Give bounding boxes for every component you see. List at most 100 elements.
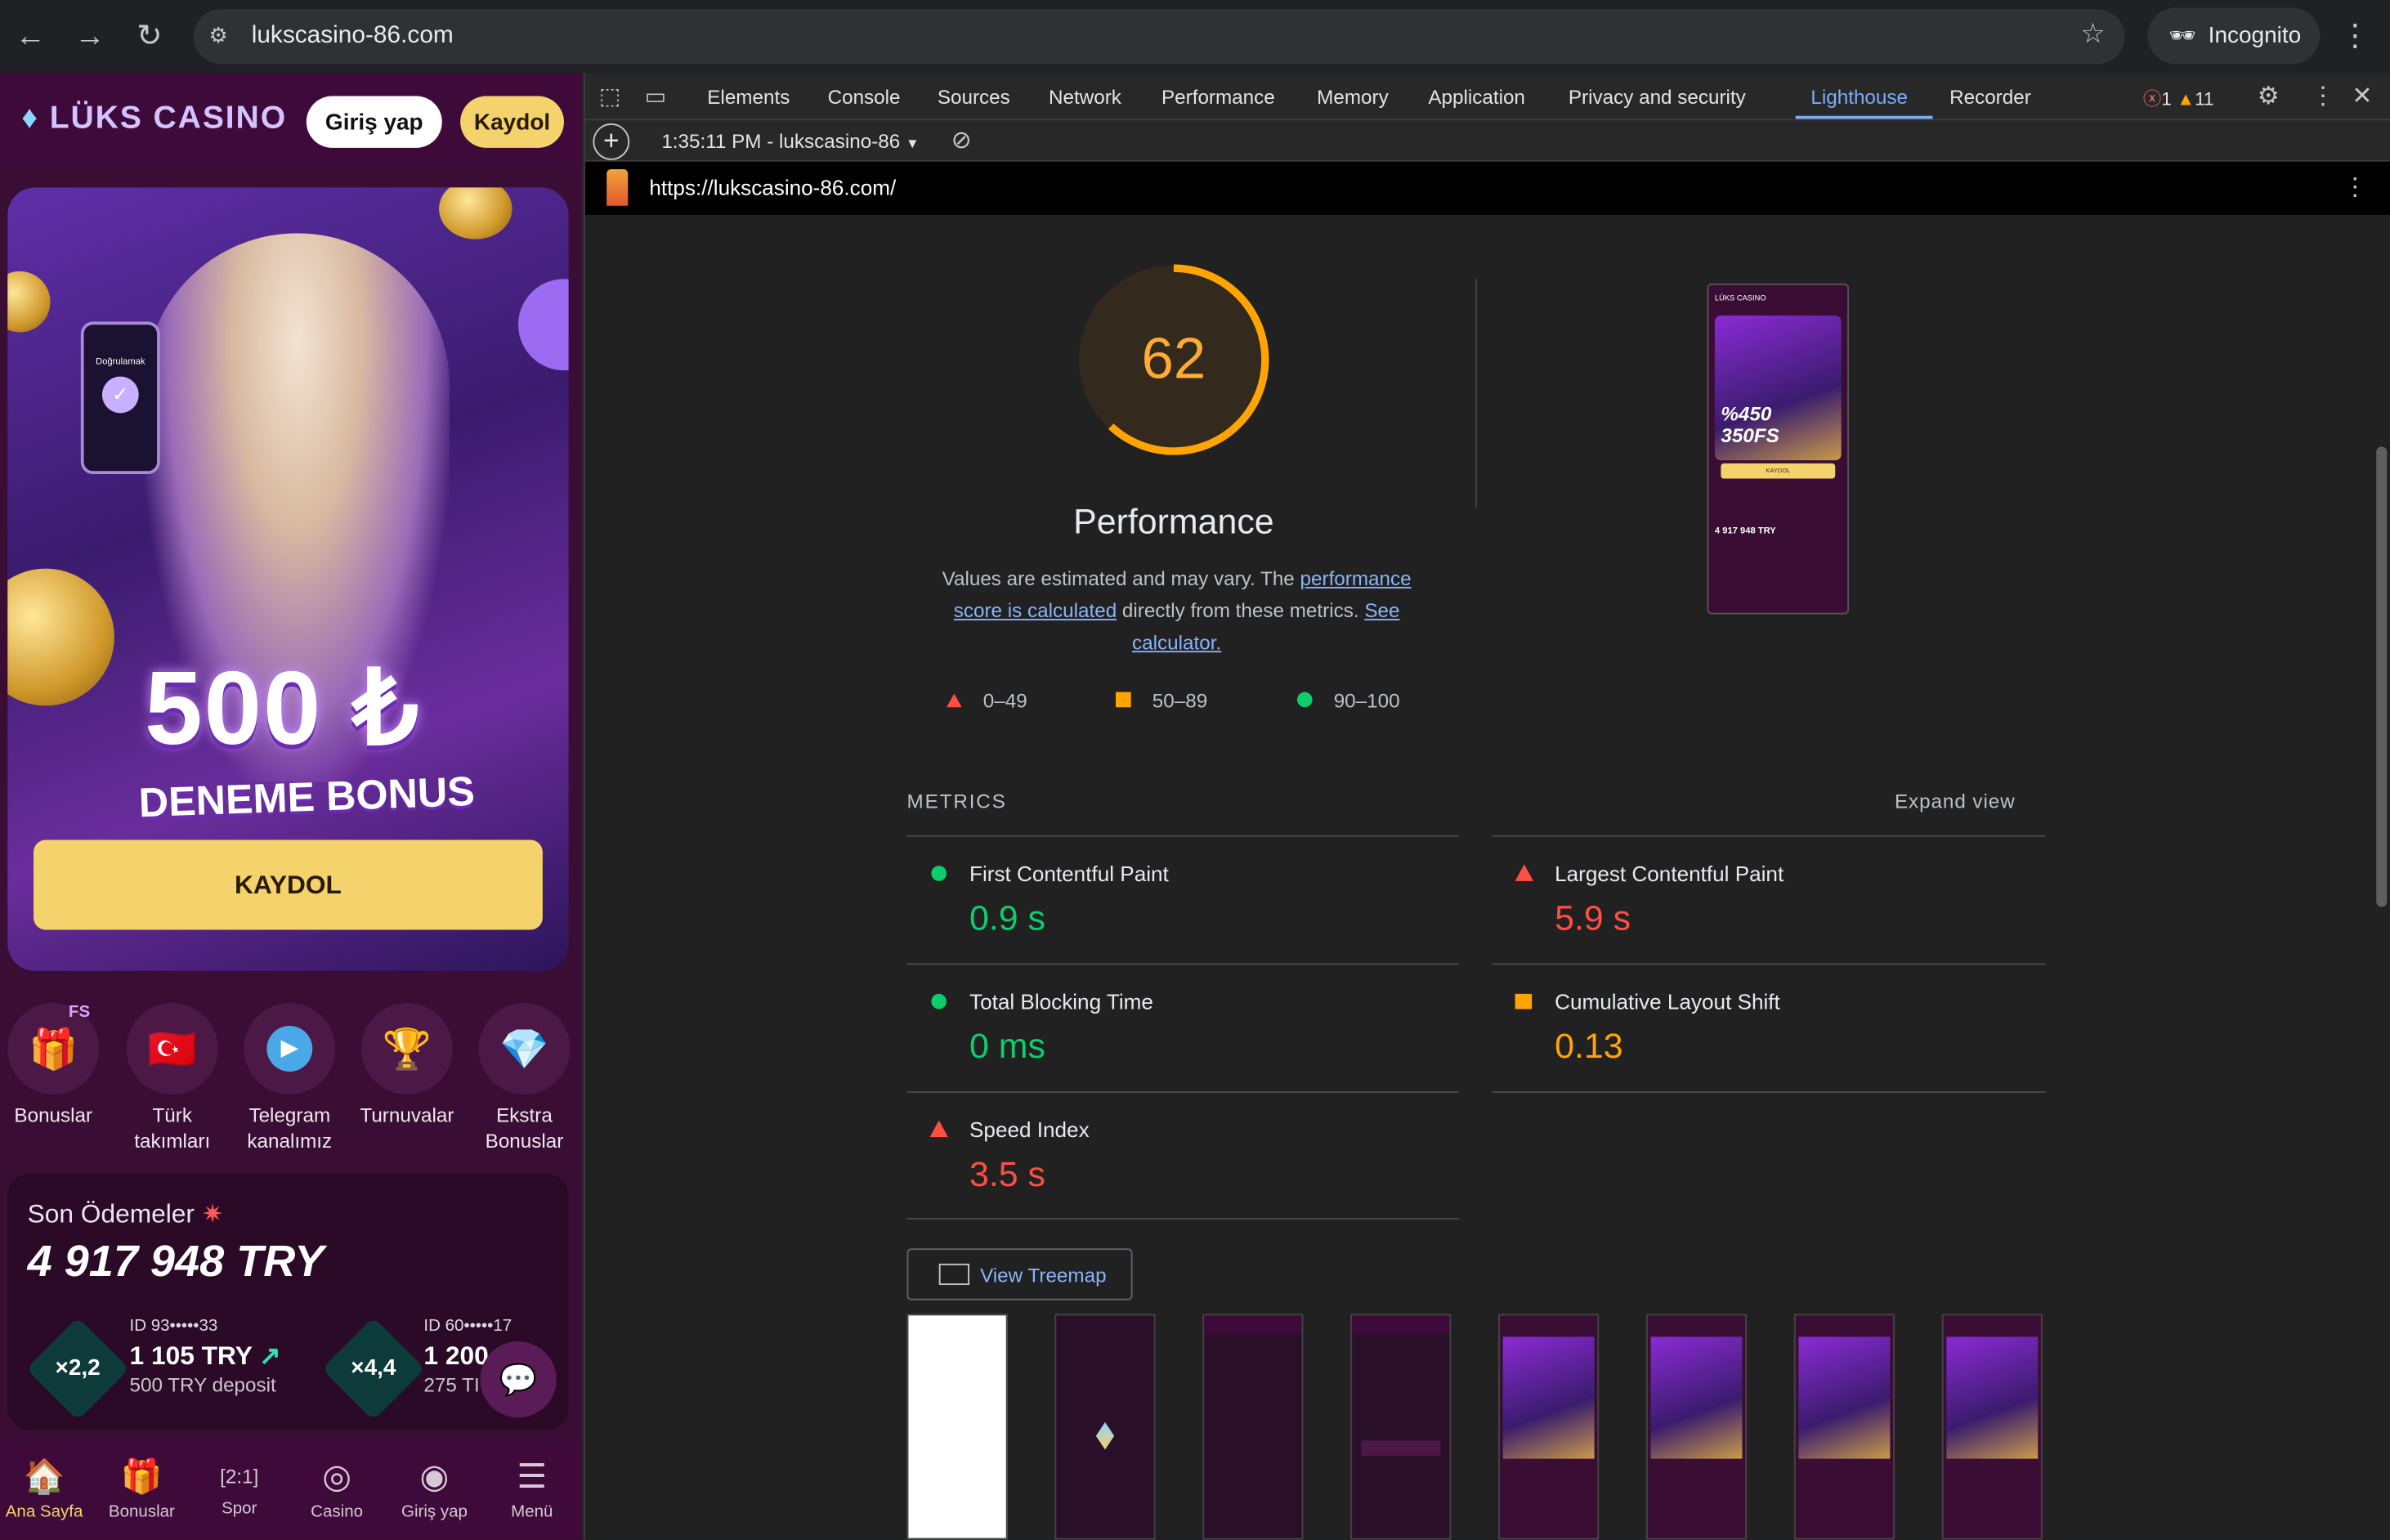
chip-decoration — [518, 279, 569, 371]
nav-label: Ana Sayfa — [5, 1502, 83, 1522]
tab-sources[interactable]: Sources — [938, 85, 1010, 108]
nav-ana-sayfa[interactable]: 🏠 Ana Sayfa — [0, 1457, 93, 1521]
login-button[interactable]: Giriş yap — [306, 96, 442, 148]
devtools-panel: ⬚ ▭ Elements Console Sources Network Per… — [584, 73, 2390, 1540]
incognito-label: Incognito — [2208, 22, 2302, 49]
reload-icon[interactable]: ↻ — [131, 18, 168, 55]
report-url[interactable]: https://lukscasino-86.com/ — [649, 175, 896, 199]
metric-value: 5.9 s — [1555, 898, 1631, 938]
hero-banner[interactable]: Doğrulamak ✓ 500 ₺ DENEME BONUS KAYDOL — [7, 187, 569, 971]
nav-menu[interactable]: ☰ Menü — [483, 1457, 580, 1521]
tab-network[interactable]: Network — [1049, 85, 1121, 108]
report-menu-icon[interactable]: ⋮ — [2343, 172, 2367, 203]
new-report-icon[interactable]: + — [593, 123, 630, 160]
category-turnuvalar[interactable]: 🏆 Turnuvalar — [349, 1003, 465, 1128]
hero-amount: 500 ₺ — [145, 651, 420, 767]
chat-icon[interactable]: 💬 — [480, 1341, 557, 1418]
diamond-icon: 💎 — [478, 1003, 571, 1095]
nav-label: Spor — [222, 1499, 257, 1519]
metric-value: 0.9 s — [969, 898, 1046, 938]
metric-name: Total Blocking Time — [969, 989, 1153, 1014]
final-screenshot[interactable]: LÜKS CASINO %450 350FS KAYDOL 4 917 948 … — [1707, 283, 1850, 615]
website-viewport: ♦ LÜKS CASINO Giriş yap Kaydol Doğrulama… — [0, 73, 583, 1540]
bottom-nav: 🏠 Ana Sayfa 🎁 Bonuslar [2:1] Spor ◎ Casino ◉… — [0, 1442, 583, 1540]
error-count[interactable]: ⓧ1 ▲11 — [2143, 85, 2214, 111]
payment-amount: 1 105 TRY ↗ — [129, 1341, 281, 1371]
clear-icon[interactable]: ⊘ — [951, 125, 972, 155]
category-label: Türk takımları — [134, 1104, 211, 1153]
tab-recorder[interactable]: Recorder — [1949, 85, 2031, 108]
metric-name: Largest Contentful Paint — [1555, 861, 1784, 886]
legend-pass: 90–100 — [1296, 689, 1400, 712]
category-label: Bonuslar — [14, 1104, 93, 1127]
coin-decoration — [7, 271, 51, 333]
forward-icon[interactable]: → — [72, 18, 109, 55]
home-icon: 🏠 — [23, 1457, 65, 1496]
score-description: Values are estimated and may vary. The p… — [942, 566, 1412, 654]
telegram-icon: ▶ — [244, 1003, 336, 1095]
warning-icon: ▲ — [2177, 88, 2195, 110]
tab-privacy-security[interactable]: Privacy and security — [1569, 85, 1746, 108]
category-ekstra-bonuslar[interactable]: 💎 Ekstra Bonuslar — [467, 1003, 583, 1154]
tab-memory[interactable]: Memory — [1317, 85, 1389, 108]
phone-image: Doğrulamak ✓ — [80, 321, 160, 474]
category-turk-takimlari[interactable]: 🇹🇷 Türk takımları — [114, 1003, 230, 1154]
incognito-chip[interactable]: 🕶 Incognito — [2147, 7, 2321, 65]
trophy-icon: 🏆 — [360, 1003, 453, 1095]
tab-application[interactable]: Application — [1428, 85, 1525, 108]
metric-value: 0 ms — [969, 1026, 1045, 1066]
back-icon[interactable]: ← — [12, 18, 49, 55]
address-bar[interactable]: ⚙ lukscasino-86.com ☆ — [193, 9, 2125, 65]
category-bonuslar[interactable]: 🎁 FS Bonuslar — [0, 1003, 111, 1128]
browser-menu-icon[interactable]: ⋮ — [2337, 18, 2374, 55]
tab-console[interactable]: Console — [828, 85, 901, 108]
multiplier-badge: ×2,2 — [25, 1317, 130, 1421]
active-tab-indicator — [1795, 115, 1933, 119]
nav-bonuslar[interactable]: 🎁 Bonuslar — [93, 1457, 190, 1521]
inspect-element-icon[interactable]: ⬚ — [599, 83, 620, 110]
star-icon[interactable]: ☆ — [2080, 18, 2105, 50]
payments-total: 4 917 948 TRY — [27, 1238, 324, 1287]
filmstrip-frame — [1350, 1314, 1452, 1540]
report-url-bar: https://lukscasino-86.com/ ⋮ — [585, 161, 2390, 215]
pass-indicator — [931, 866, 947, 881]
register-button[interactable]: Kaydol — [460, 96, 564, 148]
metric-name: First Contentful Paint — [969, 861, 1169, 886]
devtools-tabbar: ⬚ ▭ Elements Console Sources Network Per… — [585, 73, 2390, 121]
filmstrip-frame — [1202, 1314, 1304, 1540]
lighthouse-toolbar: + 1:35:11 PM - lukscasino-86 ▼ ⊘ — [585, 120, 2390, 162]
settings-icon[interactable]: ⚙ — [2258, 81, 2280, 111]
more-icon[interactable]: ⋮ — [2311, 81, 2335, 111]
nav-giris-yap[interactable]: ◉ Giriş yap — [386, 1457, 483, 1521]
nav-label: Menü — [511, 1502, 553, 1522]
nav-casino[interactable]: ◎ Casino — [288, 1457, 385, 1521]
filmstrip-frame — [906, 1314, 1008, 1540]
score-icon: [2:1] — [220, 1465, 259, 1489]
payment-id: ID 93•••••33 — [129, 1317, 218, 1336]
metric-tbt: Total Blocking Time 0 ms — [906, 963, 1459, 1092]
filmstrip-frame — [1793, 1314, 1895, 1540]
hero-register-button[interactable]: KAYDOL — [34, 839, 543, 930]
coin-decoration — [7, 568, 114, 706]
view-treemap-button[interactable]: View Treemap — [906, 1248, 1133, 1300]
payment-sub: 500 TRY deposit — [129, 1373, 276, 1397]
treemap-icon — [938, 1263, 970, 1286]
category-telegram[interactable]: ▶ Telegram kanalımız — [231, 1003, 347, 1154]
device-toolbar-icon[interactable]: ▭ — [645, 83, 666, 110]
metric-name: Speed Index — [969, 1117, 1090, 1142]
report-scrollbar[interactable] — [2376, 446, 2388, 907]
metric-lcp: Largest Contentful Paint 5.9 s — [1492, 835, 2046, 964]
site-logo[interactable]: ♦ LÜKS CASINO — [21, 101, 287, 137]
close-icon[interactable]: ✕ — [2352, 81, 2372, 111]
tab-lighthouse[interactable]: Lighthouse — [1810, 85, 1908, 108]
metric-name: Cumulative Layout Shift — [1555, 989, 1780, 1014]
filmstrip-frame — [1941, 1314, 2043, 1540]
fail-indicator — [929, 1120, 948, 1138]
tab-performance[interactable]: Performance — [1161, 85, 1275, 108]
nav-spor[interactable]: [2:1] Spor — [190, 1457, 288, 1519]
expand-view-button[interactable]: Expand view — [1895, 790, 2016, 813]
site-info-icon[interactable]: ⚙ — [208, 23, 227, 49]
tab-elements[interactable]: Elements — [707, 85, 790, 108]
filmstrip-frame — [1054, 1314, 1156, 1540]
report-selector[interactable]: 1:35:11 PM - lukscasino-86 ▼ — [661, 130, 919, 153]
